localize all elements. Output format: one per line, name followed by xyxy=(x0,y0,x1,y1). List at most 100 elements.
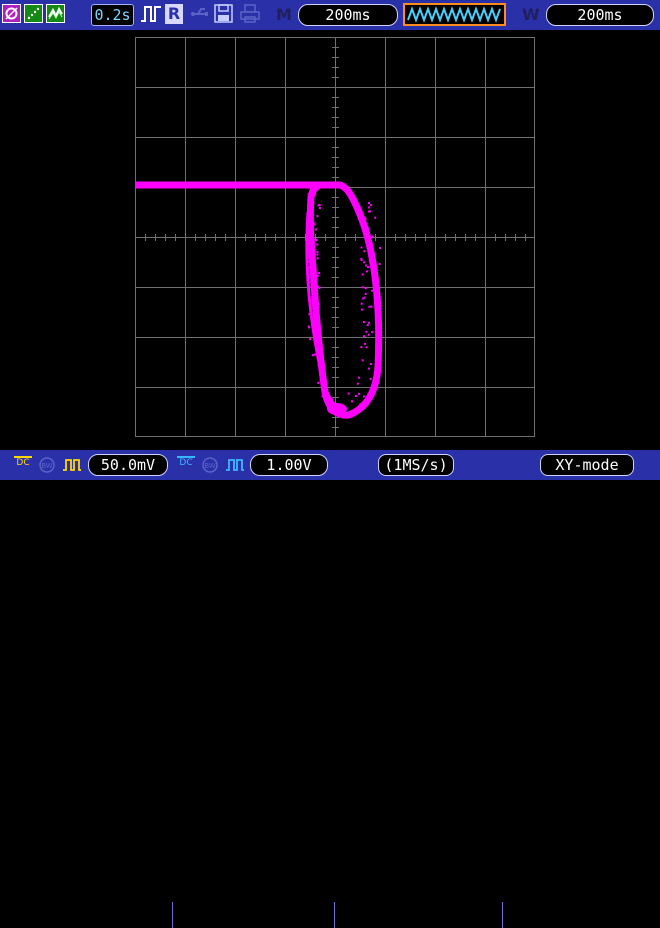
window-label: W xyxy=(522,5,540,24)
xy-trace-noise xyxy=(318,207,321,210)
xy-trace-noise xyxy=(313,271,316,274)
xy-trace-noise xyxy=(374,216,377,219)
xy-trace-noise xyxy=(360,225,363,227)
xy-trace-noise xyxy=(316,357,319,360)
xy-mode-icon[interactable] xyxy=(2,4,21,23)
timebase-display[interactable]: 0.2s xyxy=(91,4,134,26)
ch1-bw-limit-icon[interactable]: BW xyxy=(38,456,56,474)
xy-trace-noise xyxy=(308,266,310,269)
ch1-scale[interactable]: 50.0mV xyxy=(88,454,168,476)
delay-label: M xyxy=(276,5,292,24)
xy-trace-noise xyxy=(307,224,309,226)
ch1-coupling[interactable]: DC xyxy=(14,456,32,468)
sample-rate: (1MS/s) xyxy=(378,454,454,476)
xy-trace-noise xyxy=(367,321,370,324)
xy-trace-noise xyxy=(311,198,314,201)
xy-trace-noise xyxy=(314,228,317,231)
xy-trace-noise xyxy=(307,193,310,196)
xy-trace-noise xyxy=(376,329,379,332)
xy-trace-noise xyxy=(325,394,328,397)
xy-trace-noise xyxy=(310,214,313,217)
xy-trace-noise xyxy=(310,266,313,269)
save-icon[interactable] xyxy=(214,4,234,23)
xy-trace-noise xyxy=(366,324,369,327)
xy-trace-noise xyxy=(317,363,320,366)
xy-trace-noise xyxy=(314,238,317,241)
xy-trace-noise xyxy=(312,255,315,258)
ch2-coupling[interactable]: DC xyxy=(177,456,195,468)
xy-trace-noise xyxy=(314,193,317,196)
persist-display-icon[interactable] xyxy=(46,4,65,23)
xy-trace-noise xyxy=(315,340,318,343)
xy-trace-noise xyxy=(355,395,357,397)
xy-trace-noise xyxy=(307,274,310,277)
divider xyxy=(172,902,173,928)
xy-trace-noise xyxy=(314,353,316,356)
xy-trace-noise xyxy=(361,359,364,362)
dot-display-icon[interactable] xyxy=(24,4,43,23)
xy-trace-noise xyxy=(365,330,368,333)
xy-trace-noise xyxy=(371,235,374,238)
xy-trace-noise xyxy=(369,377,372,380)
xy-trace-noise xyxy=(363,250,366,253)
top-toolbar: 0.2s R M 200ms W 200ms xyxy=(0,0,660,30)
xy-trace-noise xyxy=(316,274,319,277)
xy-trace-noise xyxy=(316,215,319,218)
xy-trace-noise xyxy=(325,390,328,393)
xy-trace-noise xyxy=(360,346,363,349)
zoom-waveform-icon[interactable] xyxy=(403,3,506,26)
xy-trace-noise xyxy=(360,259,363,261)
xy-trace-noise xyxy=(370,204,372,207)
xy-trace-noise xyxy=(330,406,333,409)
xy-trace-noise xyxy=(323,383,326,386)
xy-trace-noise xyxy=(317,346,320,349)
xy-trace-noise xyxy=(309,281,312,284)
xy-trace-noise xyxy=(363,335,366,338)
xy-trace-noise xyxy=(374,267,377,270)
xy-trace-line xyxy=(135,181,383,419)
display-mode[interactable]: XY-mode xyxy=(540,454,634,476)
xy-trace-noise xyxy=(359,403,362,406)
xy-trace-noise xyxy=(317,187,320,190)
xy-trace-noise xyxy=(321,395,324,398)
delay-value[interactable]: 200ms xyxy=(298,4,398,26)
xy-trace-noise xyxy=(367,333,370,336)
xy-trace-noise xyxy=(371,289,374,292)
xy-trace-noise xyxy=(308,260,311,263)
xy-trace-noise xyxy=(324,388,327,391)
xy-trace-noise xyxy=(317,381,320,384)
xy-trace-noise xyxy=(379,319,382,322)
ch2-scale[interactable]: 1.00V xyxy=(250,454,328,476)
xy-trace-noise xyxy=(361,286,364,289)
xy-trace-noise xyxy=(360,302,363,305)
xy-trace-noise xyxy=(370,305,373,308)
xy-trace-noise xyxy=(308,234,311,237)
ch2-bw-limit-icon[interactable]: BW xyxy=(201,456,219,474)
divider xyxy=(334,902,335,928)
window-value[interactable]: 200ms xyxy=(546,4,654,26)
xy-trace-noise xyxy=(313,312,316,315)
ch1-coupling-label: DC xyxy=(16,458,30,468)
run-mode-indicator: R xyxy=(165,4,183,24)
xy-trace-noise xyxy=(364,342,366,345)
xy-trace-noise xyxy=(316,257,319,260)
trigger-pulse-icon[interactable] xyxy=(140,4,162,23)
xy-trace-noise xyxy=(360,246,363,249)
xy-trace-noise xyxy=(318,272,321,274)
xy-trace-noise xyxy=(361,308,364,311)
xy-trace-noise xyxy=(351,400,353,403)
xy-trace-noise xyxy=(315,299,318,301)
xy-trace-noise xyxy=(309,202,312,205)
print-icon[interactable] xyxy=(240,4,260,23)
xy-trace-noise xyxy=(364,292,367,295)
xy-trace-noise xyxy=(365,346,368,349)
xy-trace-noise xyxy=(313,277,316,280)
ch2-waveform-icon[interactable] xyxy=(225,456,245,474)
xy-trace-noise xyxy=(320,350,322,353)
ch1-waveform-icon[interactable] xyxy=(62,456,82,474)
xy-trace-noise xyxy=(369,210,372,213)
xy-trace-noise xyxy=(310,285,313,288)
xy-trace-noise xyxy=(313,191,316,194)
xy-trace-noise xyxy=(312,325,315,328)
xy-trace-noise xyxy=(311,201,314,204)
